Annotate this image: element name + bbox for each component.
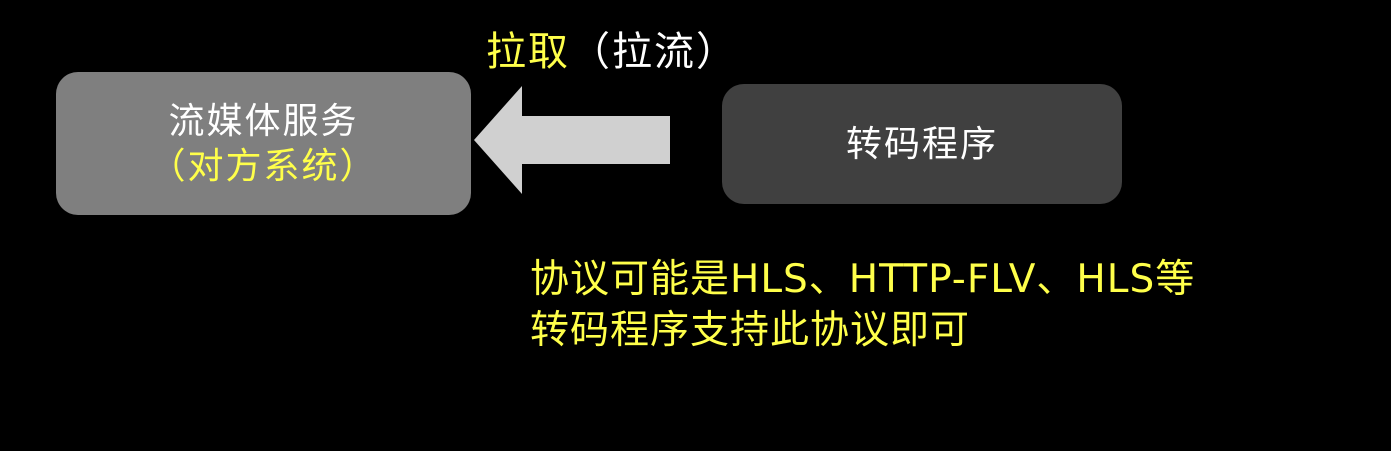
- protocol-note-line-2: 转码程序支持此协议即可: [530, 308, 971, 354]
- left-arrow-icon: [474, 86, 670, 194]
- protocol-note-line-1: 协议可能是HLS、HTTP-FLV、HLS等: [530, 257, 1196, 302]
- pull-label: 拉取（拉流）: [486, 28, 738, 76]
- transcoder-title: 转码程序: [845, 123, 998, 165]
- pull-label-paren: （拉流）: [570, 29, 738, 75]
- protocol-note: 协议可能是HLS、HTTP-FLV、HLS等 转码程序支持此协议即可: [530, 254, 1195, 357]
- streaming-service-box: 流媒体服务 （对方系统）: [56, 72, 471, 215]
- streaming-service-title: 流媒体服务: [168, 100, 359, 142]
- pull-label-highlight: 拉取: [486, 29, 570, 75]
- streaming-service-subtitle: （对方系统）: [149, 145, 378, 187]
- transcoder-box: 转码程序: [722, 84, 1122, 204]
